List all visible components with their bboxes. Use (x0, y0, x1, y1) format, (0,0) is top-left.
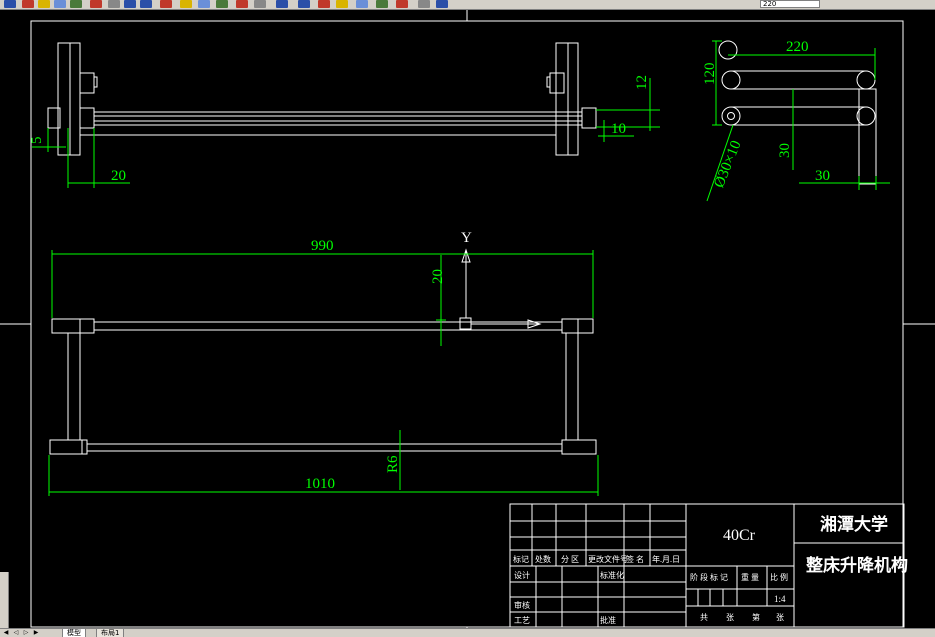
scale-header: 比 例 (770, 572, 788, 582)
material: 40Cr (723, 527, 756, 544)
print-icon[interactable] (38, 0, 50, 8)
dim-text: 30 (777, 143, 793, 158)
weight-header: 重 量 (741, 572, 759, 582)
designcenter-icon[interactable] (298, 0, 310, 8)
dim-text: 20 (430, 269, 446, 284)
dim-text: 20 (111, 168, 126, 184)
toolbar: 220 (0, 0, 935, 10)
header-sign: 签 名 (626, 554, 644, 564)
design-label: 设计 (514, 570, 530, 580)
process-label: 工艺 (514, 616, 530, 625)
side-view-dim-text: 220 120 30 30 Ø30×10 (702, 39, 830, 190)
layer-state-icon[interactable] (436, 0, 448, 8)
scale-value: 1:4 (774, 594, 786, 604)
zoom-realtime-icon[interactable] (216, 0, 228, 8)
side-toolbar[interactable] (0, 572, 9, 628)
front-view (47, 42, 597, 156)
cad-drawing-canvas[interactable]: 5 20 12 10 220 120 30 30 Ø30×10 Y 990 20… (0, 10, 935, 628)
header-zone: 分 区 (561, 555, 579, 564)
top-view (49, 318, 597, 455)
drawing-frame (0, 10, 935, 628)
title-block-text: 40Cr 湘潭大学 整床升降机构 1:4 标记 处数 分 区 更改文件号 签 名… (513, 514, 908, 625)
sheets-page: 第 (752, 612, 760, 622)
dim-text: 220 (786, 39, 809, 55)
undo-icon[interactable] (160, 0, 172, 8)
save-icon[interactable] (22, 0, 34, 8)
approve-label: 批准 (600, 615, 616, 625)
paste-icon[interactable] (124, 0, 136, 8)
header-doc-no: 更改文件号 (588, 554, 628, 564)
header-count: 处数 (535, 554, 551, 564)
calc-icon[interactable] (376, 0, 388, 8)
header-date: 年.月.日 (652, 554, 680, 564)
preview-icon[interactable] (54, 0, 66, 8)
dim-text: 120 (702, 63, 718, 86)
zoom-combo[interactable]: 220 (760, 0, 820, 8)
dim-text: 1010 (305, 476, 335, 492)
dim-text: Ø30×10 (711, 138, 744, 190)
sheets-unit1: 张 (726, 613, 734, 622)
standard-label: 标准化 (600, 570, 624, 580)
toolpalette-icon[interactable] (318, 0, 330, 8)
side-view (718, 40, 877, 185)
top-view-dim-text: Y 990 20 1010 R6 (305, 230, 472, 492)
help-icon[interactable] (396, 0, 408, 8)
sheetset-icon[interactable] (336, 0, 348, 8)
drawing-name: 整床升降机构 (806, 555, 908, 575)
check-label: 审核 (514, 600, 530, 610)
front-view-dim-text: 5 20 12 10 (29, 75, 650, 184)
front-view-dimensions (32, 78, 660, 188)
pan-icon[interactable] (198, 0, 210, 8)
ucs-y-label: Y (461, 230, 472, 246)
dim-text: 5 (29, 137, 45, 145)
dim-text: 990 (311, 238, 334, 254)
top-view-dimensions (48, 250, 599, 496)
dim-text: 10 (611, 121, 626, 137)
side-view-dimensions (706, 40, 890, 202)
cut-icon[interactable] (90, 0, 102, 8)
sheets-unit2: 张 (776, 613, 784, 622)
ucs-icon (459, 248, 542, 330)
redo-icon[interactable] (180, 0, 192, 8)
dim-text: R6 (385, 455, 401, 473)
publish-icon[interactable] (70, 0, 82, 8)
properties-icon[interactable] (276, 0, 288, 8)
markup-icon[interactable] (356, 0, 368, 8)
dim-text: 30 (815, 168, 830, 184)
layers-icon[interactable] (418, 0, 430, 8)
match-icon[interactable] (140, 0, 152, 8)
copy-icon[interactable] (108, 0, 120, 8)
school-name: 湘潭大学 (820, 514, 888, 534)
dim-text: 12 (634, 75, 650, 90)
stage-header: 阶 段 标 记 (690, 572, 728, 582)
sheets-total: 共 (700, 613, 708, 622)
header-mark: 标记 (513, 554, 529, 564)
open-icon[interactable] (4, 0, 16, 8)
zoom-window-icon[interactable] (236, 0, 248, 8)
zoom-previous-icon[interactable] (254, 0, 266, 8)
